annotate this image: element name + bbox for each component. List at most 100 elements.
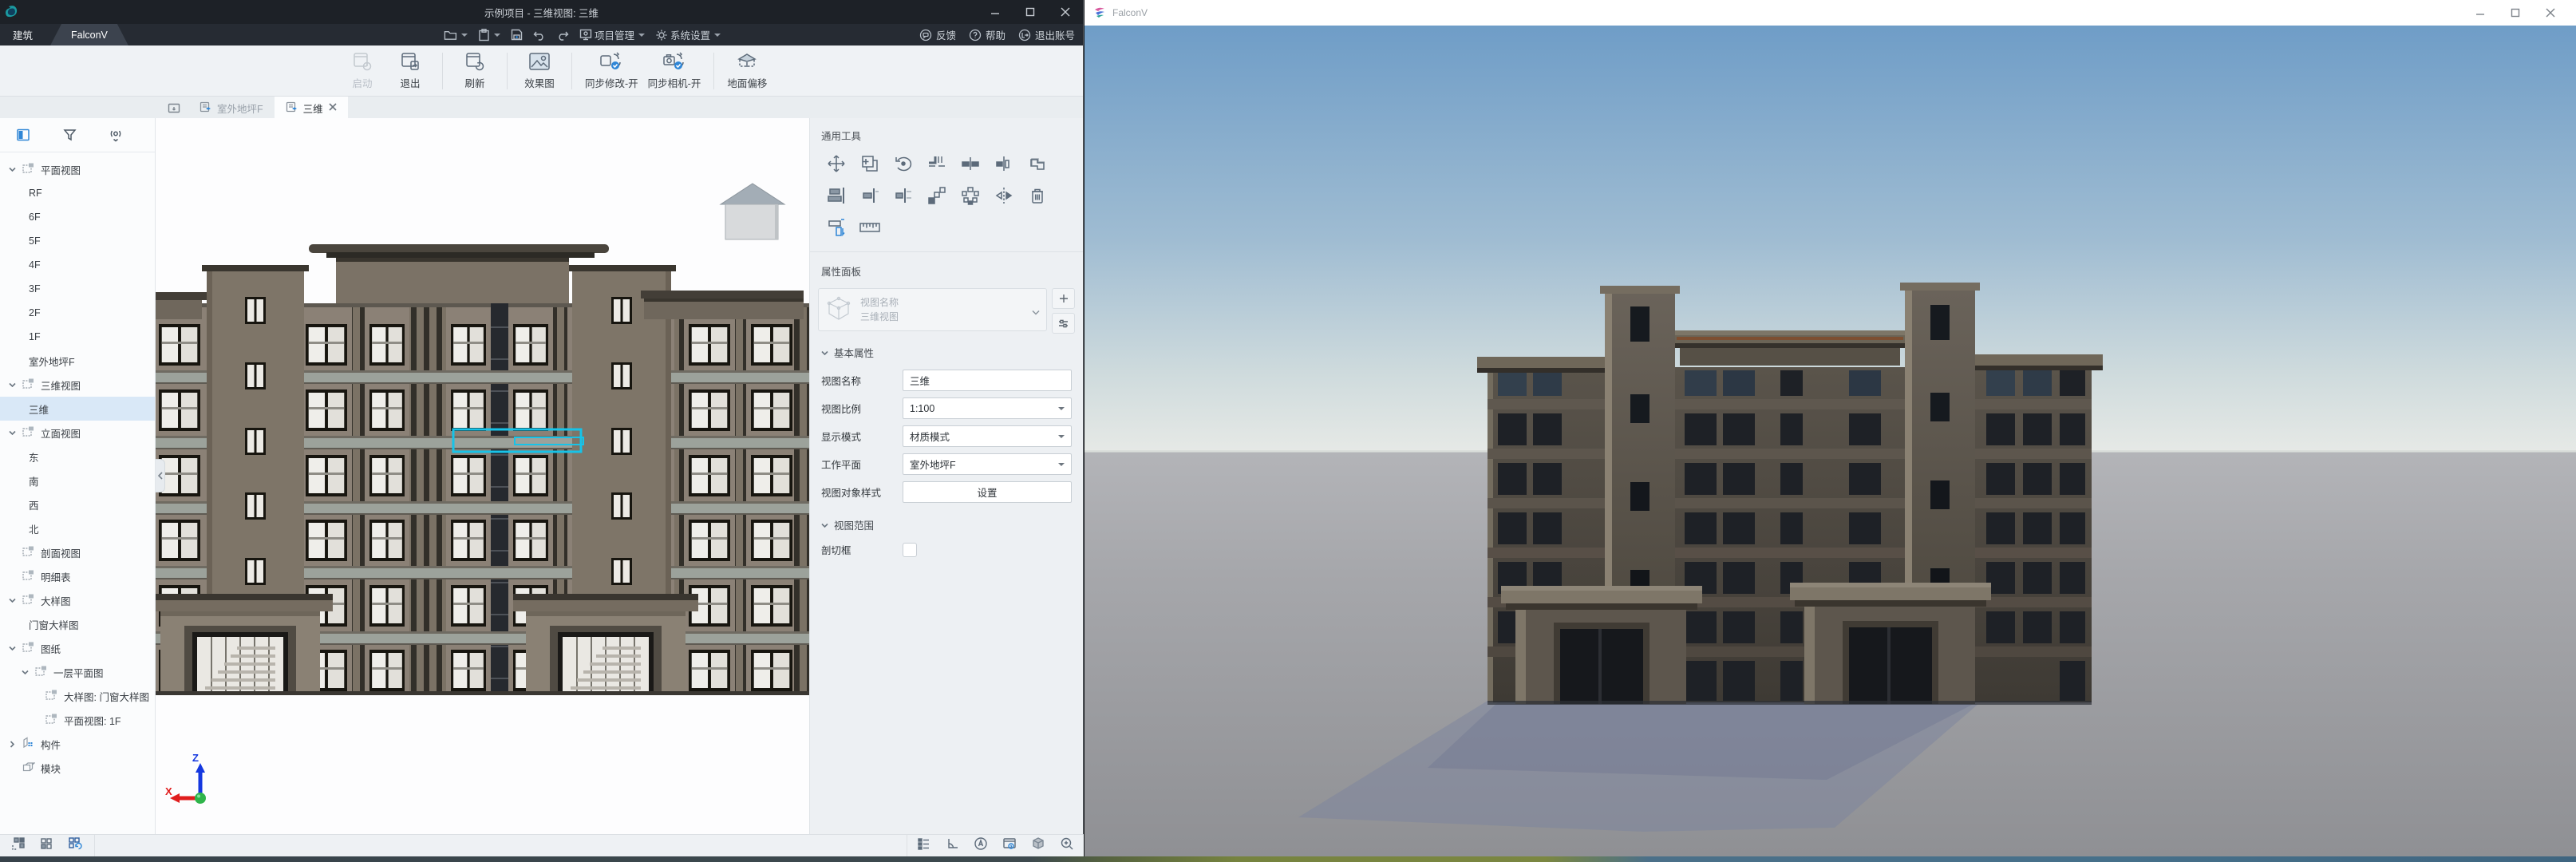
tree-group-first-floor-sheet[interactable]: 一层平面图 bbox=[0, 660, 155, 684]
work-plane-select[interactable]: 室外地坪F bbox=[903, 453, 1072, 475]
new-view-icon[interactable] bbox=[160, 97, 188, 119]
tree-item-6f[interactable]: 6F bbox=[0, 205, 155, 229]
offset-icon[interactable] bbox=[1025, 152, 1049, 175]
viewcube-home-icon[interactable] bbox=[714, 180, 791, 244]
render-image-button[interactable]: 效果图 bbox=[516, 48, 563, 94]
type-selector[interactable]: 视图名称 三维视图 bbox=[818, 288, 1047, 331]
tree-group-components[interactable]: 构件 bbox=[0, 732, 155, 756]
shaded-cube-icon[interactable] bbox=[1031, 836, 1045, 855]
start-button[interactable]: 启动 bbox=[338, 48, 386, 94]
array-linear-icon[interactable] bbox=[925, 184, 949, 207]
add-property-icon[interactable] bbox=[1052, 288, 1075, 309]
display-mode-select[interactable]: 材质模式 bbox=[903, 425, 1072, 447]
maximize-icon[interactable] bbox=[1013, 0, 1048, 24]
tree-item-east[interactable]: 东 bbox=[0, 445, 155, 469]
tree-item-3d-selected[interactable]: 三维 bbox=[0, 397, 155, 421]
paste-icon[interactable] bbox=[478, 29, 500, 42]
tree-item-site-plan[interactable]: 室外地坪F bbox=[0, 349, 155, 373]
tree-item-sheet-plan-1f[interactable]: 平面视图: 1F bbox=[0, 708, 155, 732]
tree-item-north[interactable]: 北 bbox=[0, 516, 155, 540]
tree-group-elevations[interactable]: 立面视图 bbox=[0, 421, 155, 445]
window-sync-icon[interactable] bbox=[1002, 837, 1017, 854]
sync-modify-button[interactable]: 同步修改-开 bbox=[580, 48, 643, 94]
tree-item-rf[interactable]: RF bbox=[0, 181, 155, 205]
rotate-icon[interactable] bbox=[891, 152, 915, 175]
tree-item-5f[interactable]: 5F bbox=[0, 229, 155, 253]
split-vertical-icon[interactable] bbox=[992, 152, 1016, 175]
minimize-icon[interactable] bbox=[2463, 1, 2498, 25]
feedback-button[interactable]: 反馈 bbox=[919, 27, 956, 42]
redo-icon[interactable] bbox=[556, 30, 569, 41]
tree-item-1f[interactable]: 1F bbox=[0, 325, 155, 349]
panel-view-icon[interactable] bbox=[0, 118, 46, 152]
minimize-icon[interactable] bbox=[978, 0, 1013, 24]
tree-item-3f[interactable]: 3F bbox=[0, 277, 155, 301]
view-name-input[interactable]: 三维 bbox=[903, 370, 1072, 391]
ground-offset-button[interactable]: 地面偏移 bbox=[722, 48, 772, 94]
align-distribute-icon[interactable] bbox=[891, 184, 915, 207]
zoom-in-icon[interactable] bbox=[1060, 836, 1074, 855]
open-file-icon[interactable] bbox=[444, 29, 468, 41]
render-viewport[interactable] bbox=[1085, 26, 2576, 856]
exit-button[interactable]: 退出 bbox=[386, 48, 434, 94]
refresh-button[interactable]: 刷新 bbox=[451, 48, 499, 94]
doc-tab-ground-floor[interactable]: 室外地坪F bbox=[188, 97, 275, 119]
taskbar-edge bbox=[0, 856, 2576, 862]
copy-icon[interactable] bbox=[858, 152, 882, 175]
move-icon[interactable] bbox=[824, 152, 848, 175]
measure-icon[interactable] bbox=[858, 216, 882, 239]
tree-group-sheets[interactable]: 图纸 bbox=[0, 636, 155, 660]
tab-falconv[interactable]: FalconV bbox=[50, 24, 128, 45]
help-button[interactable]: 帮助 bbox=[969, 27, 1006, 42]
split-horizontal-icon[interactable] bbox=[958, 152, 982, 175]
tree-item-south[interactable]: 南 bbox=[0, 469, 155, 492]
model-canvas[interactable]: Z X bbox=[156, 118, 810, 834]
delete-icon[interactable] bbox=[1025, 184, 1049, 207]
select-group-icon[interactable] bbox=[39, 836, 54, 856]
align-bottom-icon[interactable] bbox=[824, 184, 848, 207]
filter-icon[interactable] bbox=[46, 118, 93, 152]
object-style-settings-button[interactable]: 设置 bbox=[903, 481, 1072, 503]
align-right-icon[interactable] bbox=[858, 184, 882, 207]
compass-icon[interactable] bbox=[974, 836, 988, 855]
close-tab-icon[interactable] bbox=[329, 102, 337, 113]
tree-item-2f[interactable]: 2F bbox=[0, 301, 155, 325]
close-icon[interactable] bbox=[2533, 1, 2568, 25]
display-list-icon[interactable] bbox=[917, 837, 931, 854]
view-scale-select[interactable]: 1:100 bbox=[903, 397, 1072, 419]
save-icon[interactable] bbox=[511, 29, 523, 41]
trim-corner-icon[interactable] bbox=[925, 152, 949, 175]
project-management-menu[interactable]: 项目管理 bbox=[579, 27, 645, 42]
section-basic-properties[interactable]: 基本属性 bbox=[810, 334, 1083, 366]
stretch-icon[interactable] bbox=[824, 216, 848, 239]
close-icon[interactable] bbox=[1048, 0, 1083, 24]
locate-icon[interactable] bbox=[93, 118, 139, 152]
tree-group-sections[interactable]: 剖面视图 bbox=[0, 540, 155, 564]
tree-group-schedules[interactable]: 明细表 bbox=[0, 564, 155, 588]
tree-group-plan-views[interactable]: 平面视图 bbox=[0, 157, 155, 181]
tools-panel-title: 通用工具 bbox=[810, 118, 1083, 149]
tree-group-3d-views[interactable]: 三维视图 bbox=[0, 373, 155, 397]
sidebar-collapse-handle[interactable] bbox=[156, 459, 165, 492]
property-filter-icon[interactable] bbox=[1052, 313, 1075, 334]
tab-architecture[interactable]: 建筑 bbox=[0, 24, 45, 45]
section-view-range[interactable]: 视图范围 bbox=[810, 506, 1083, 539]
section-box-checkbox[interactable] bbox=[903, 543, 917, 557]
tree-item-west[interactable]: 西 bbox=[0, 492, 155, 516]
tree-item-door-window-detail[interactable]: 门窗大样图 bbox=[0, 612, 155, 636]
corner-angle-icon[interactable] bbox=[946, 837, 959, 854]
mirror-icon[interactable] bbox=[992, 184, 1016, 207]
array-radial-icon[interactable] bbox=[958, 184, 982, 207]
logout-button[interactable]: 退出账号 bbox=[1018, 27, 1075, 42]
tree-group-details[interactable]: 大样图 bbox=[0, 588, 155, 612]
tree-group-modules[interactable]: 模块 bbox=[0, 756, 155, 780]
doc-tab-3d[interactable]: 三维 bbox=[275, 97, 348, 119]
system-settings-menu[interactable]: 系统设置 bbox=[655, 27, 721, 42]
maximize-icon[interactable] bbox=[2498, 1, 2533, 25]
tree-item-sheet-detail[interactable]: 大样图: 门窗大样图 bbox=[0, 684, 155, 708]
undo-icon[interactable] bbox=[533, 30, 546, 41]
sync-camera-button[interactable]: 同步相机-开 bbox=[643, 48, 706, 94]
select-elements-icon[interactable] bbox=[11, 836, 26, 856]
select-previous-icon[interactable] bbox=[67, 836, 83, 856]
tree-item-4f[interactable]: 4F bbox=[0, 253, 155, 277]
